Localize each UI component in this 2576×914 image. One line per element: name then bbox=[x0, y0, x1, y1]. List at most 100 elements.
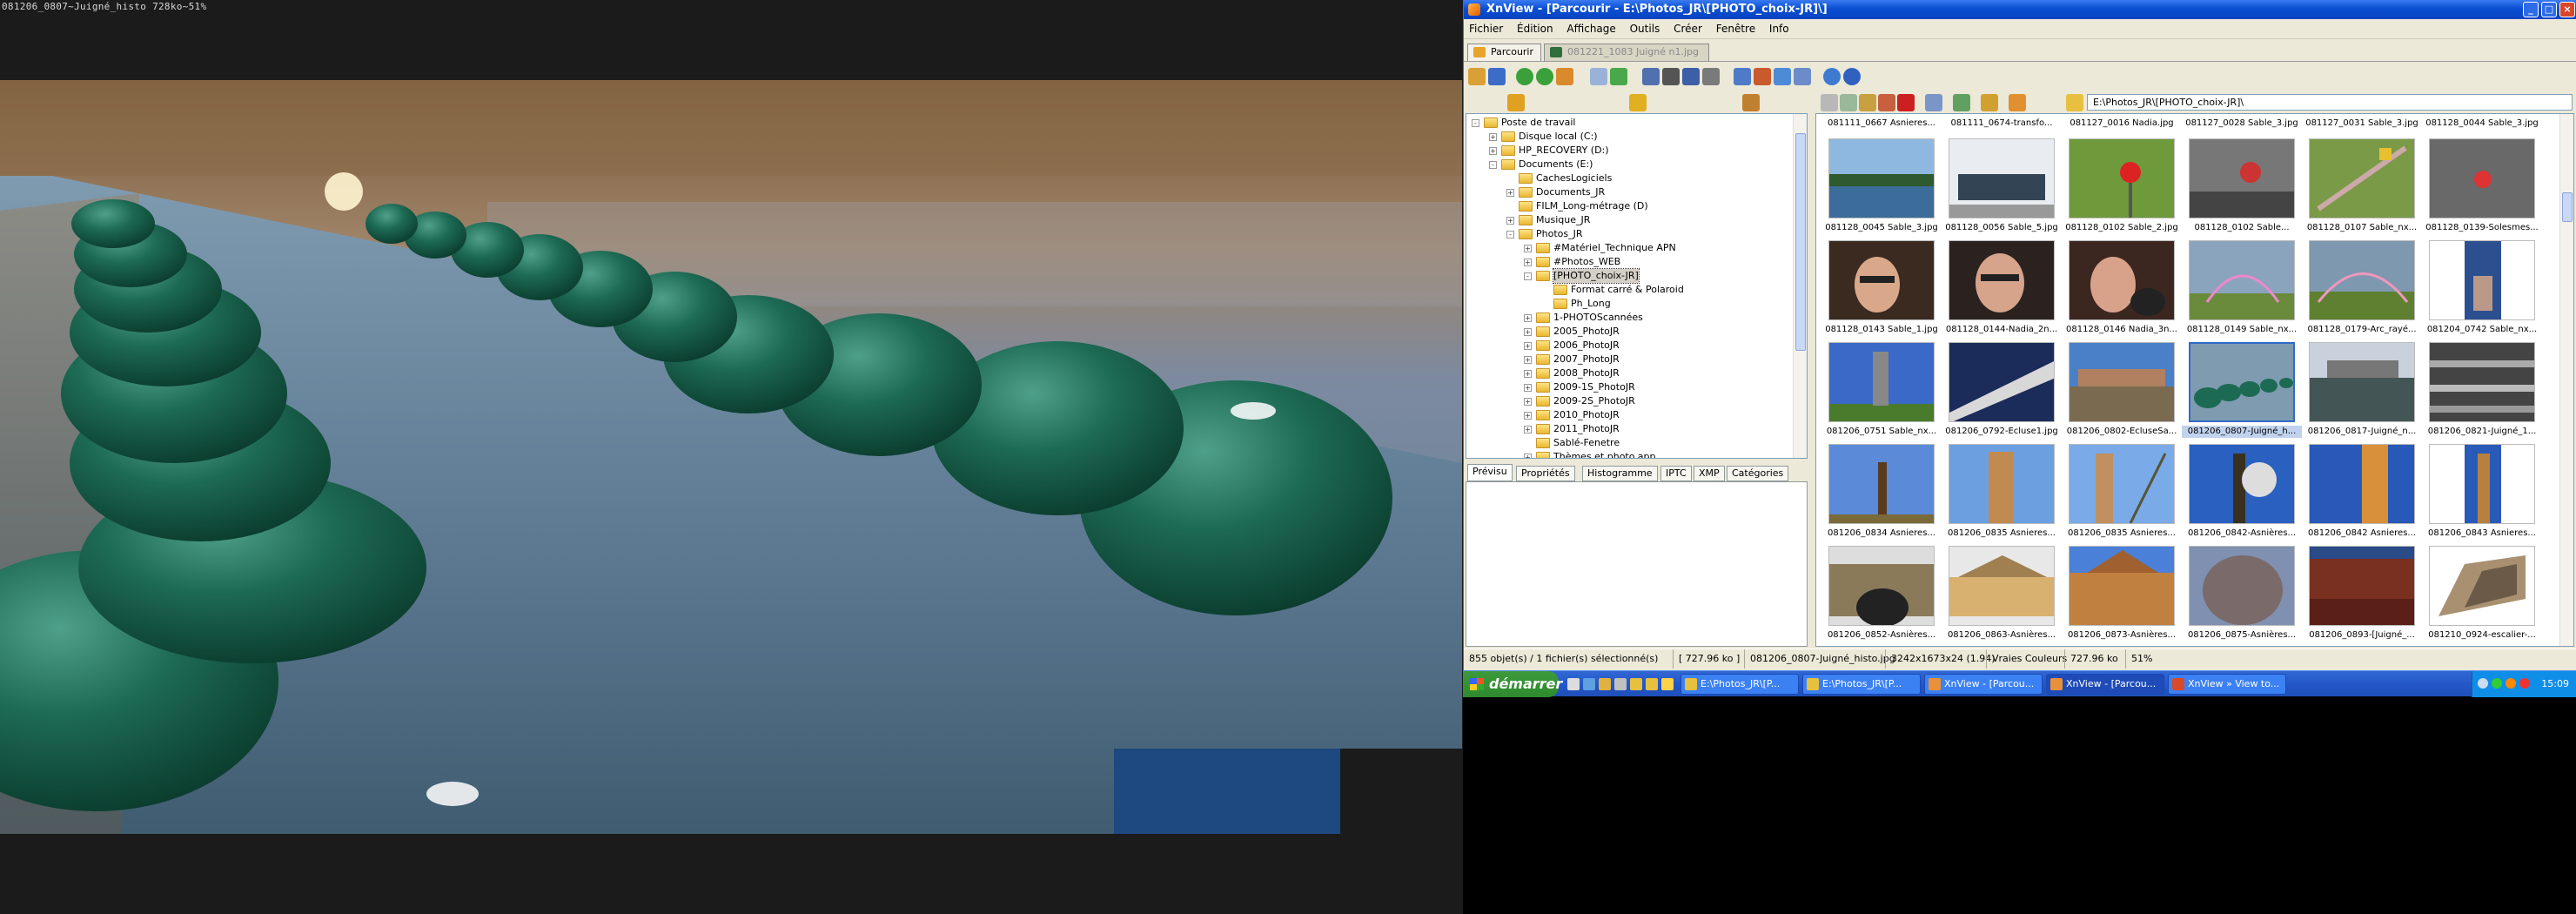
tab-previsu[interactable]: Prévisu bbox=[1467, 464, 1513, 481]
explorer-icon[interactable] bbox=[1599, 678, 1611, 690]
antivirus-icon[interactable] bbox=[2519, 678, 2530, 689]
xnview-window[interactable]: XnView - [Parcourir - E:\Photos_JR\[PHOT… bbox=[1463, 0, 2576, 670]
address-bar[interactable]: E:\Photos_JR\[PHOTO_choix-JR]\ bbox=[2087, 94, 2573, 111]
scan-icon[interactable] bbox=[1682, 68, 1700, 85]
expander-icon[interactable]: + bbox=[1524, 398, 1532, 406]
thumbnail[interactable]: 081206_0852-Asnières... bbox=[1821, 546, 1942, 646]
browse-icon[interactable] bbox=[1468, 68, 1486, 85]
panel-splitter[interactable] bbox=[1808, 113, 1815, 647]
thumbnail-scrollbar[interactable] bbox=[2559, 114, 2573, 646]
grid-icon[interactable] bbox=[1794, 68, 1811, 85]
alert-icon[interactable] bbox=[2506, 678, 2516, 689]
thumbnail[interactable]: 081206_0843 Asnieres... bbox=[2422, 444, 2542, 545]
open-folder-icon[interactable] bbox=[1556, 68, 1573, 85]
thumbnail[interactable]: 081128_0149 Sable_nx... bbox=[2182, 240, 2302, 341]
viewer-photo[interactable] bbox=[0, 80, 1462, 834]
menu-creer[interactable]: Créer bbox=[1674, 23, 1702, 35]
thumbnail[interactable]: 081206_0835 Asnieres... bbox=[2062, 444, 2182, 545]
thumbnail[interactable]: 081206_0802-EcluseSa... bbox=[2062, 342, 2182, 443]
ie-icon[interactable] bbox=[1583, 678, 1595, 690]
thumbnail[interactable]: 081206_0821-Juigné_1... bbox=[2422, 342, 2542, 443]
folder-tree[interactable]: - Poste de travail + Disque local (C:) + HP_R… bbox=[1466, 113, 1808, 459]
expander-icon[interactable]: + bbox=[1489, 133, 1497, 141]
thumbnail[interactable]: 081210_0924-escalier-... bbox=[2422, 546, 2542, 646]
taskbar-task[interactable]: E:\Photos_JR\[P... bbox=[1680, 674, 1799, 695]
thumbnail[interactable]: 081206_0842 Asnieres... bbox=[2302, 444, 2422, 545]
thumbnail[interactable]: 081128_0102 Sable... bbox=[2182, 138, 2302, 239]
back-icon[interactable] bbox=[1516, 68, 1533, 85]
convert-icon[interactable] bbox=[1734, 68, 1751, 85]
thumbnail[interactable]: 081206_0875-Asnières... bbox=[2182, 546, 2302, 646]
image-viewer[interactable]: 081206_0807~Juigné_histo 728ko~51% bbox=[0, 0, 1463, 914]
web-icon[interactable] bbox=[1754, 68, 1771, 85]
favorites-icon[interactable] bbox=[1629, 94, 1647, 111]
thumbnail[interactable]: 081128_0146 Nadia_3n... bbox=[2062, 240, 2182, 341]
folders-panel-icon[interactable] bbox=[1507, 94, 1525, 111]
slideshow-icon[interactable] bbox=[1702, 68, 1720, 85]
delete-icon[interactable] bbox=[1897, 94, 1915, 111]
minimize-button[interactable]: _ bbox=[2523, 2, 2539, 17]
thumbnail[interactable]: 081206_0835 Asnieres... bbox=[1942, 444, 2062, 545]
thumbnail[interactable]: 081128_0143 Sable_1.jpg bbox=[1821, 240, 1942, 341]
tab-iptc[interactable]: IPTC bbox=[1660, 466, 1692, 481]
expander-icon[interactable]: + bbox=[1506, 189, 1514, 197]
new-folder-icon[interactable] bbox=[1859, 94, 1876, 111]
categories-icon[interactable] bbox=[1742, 94, 1760, 111]
expander-icon[interactable]: + bbox=[1524, 412, 1532, 420]
tab-xmp[interactable]: XMP bbox=[1694, 466, 1725, 481]
expander-icon[interactable]: + bbox=[1524, 454, 1532, 458]
thumbnail[interactable]: 081206_0817-Juigné_n... bbox=[2302, 342, 2422, 443]
expander-icon[interactable]: + bbox=[1524, 370, 1532, 378]
thumbnail[interactable]: 081206_0873-Asnières... bbox=[2062, 546, 2182, 646]
thumbnail[interactable]: 081206_0792-Ecluse1.jpg bbox=[1942, 342, 2062, 443]
expander-icon[interactable]: + bbox=[1524, 426, 1532, 433]
expander-icon[interactable]: - bbox=[1506, 231, 1514, 239]
fullscreen-icon[interactable] bbox=[1488, 68, 1506, 85]
thumbnail[interactable]: 081128_0045 Sable_3.jpg bbox=[1821, 138, 1942, 239]
tab-image[interactable]: 081221_1083 Juigné n1.jpg bbox=[1544, 44, 1709, 61]
menu-affichage[interactable]: Affichage bbox=[1566, 23, 1615, 35]
expander-icon[interactable]: + bbox=[1524, 245, 1532, 252]
expander-icon[interactable]: + bbox=[1506, 217, 1514, 225]
expander-icon[interactable]: + bbox=[1524, 384, 1532, 392]
thumbnail[interactable]: 081206_0842-Asnières... bbox=[2182, 444, 2302, 545]
window-titlebar[interactable]: XnView - [Parcourir - E:\Photos_JR\[PHOT… bbox=[1464, 0, 2576, 19]
forward-icon[interactable] bbox=[1536, 68, 1553, 85]
expander-icon[interactable]: - bbox=[1524, 272, 1532, 280]
maximize-button[interactable]: □ bbox=[2541, 2, 2557, 17]
print-icon[interactable] bbox=[1662, 68, 1680, 85]
expander-icon[interactable]: - bbox=[1489, 161, 1497, 169]
tab-histogramme[interactable]: Histogramme bbox=[1582, 466, 1658, 481]
rename-icon[interactable] bbox=[1878, 94, 1895, 111]
menu-fichier[interactable]: Fichier bbox=[1469, 23, 1503, 35]
expander-icon[interactable]: + bbox=[1524, 328, 1532, 336]
menu-edition[interactable]: Édition bbox=[1517, 23, 1553, 35]
show-desktop-icon[interactable] bbox=[1567, 678, 1580, 690]
thumbnail[interactable]: 081206_0863-Asnières... bbox=[1942, 546, 2062, 646]
expander-icon[interactable]: + bbox=[1524, 356, 1532, 364]
info-icon[interactable] bbox=[1843, 68, 1861, 85]
filter-icon[interactable] bbox=[1981, 94, 1998, 111]
folder-quick-icon[interactable] bbox=[1630, 678, 1642, 690]
taskbar-task[interactable]: XnView - [Parcou... bbox=[2046, 674, 2164, 695]
expander-icon[interactable]: + bbox=[1524, 259, 1532, 266]
thumbnail[interactable]: 081128_0107 Sable_nx... bbox=[2302, 138, 2422, 239]
menu-outils[interactable]: Outils bbox=[1630, 23, 1660, 35]
thumbnail[interactable]: 081128_0056 Sable_5.jpg bbox=[1942, 138, 2062, 239]
start-button[interactable]: démarrer bbox=[1463, 671, 1562, 697]
close-button[interactable]: × bbox=[2559, 2, 2575, 17]
sort-icon[interactable] bbox=[1953, 94, 1970, 111]
network-icon[interactable] bbox=[2478, 678, 2488, 689]
star-icon[interactable] bbox=[2066, 94, 2083, 111]
folder-quick-icon-3[interactable] bbox=[1661, 678, 1674, 690]
move-icon[interactable] bbox=[1610, 68, 1627, 85]
expander-icon[interactable]: + bbox=[1489, 147, 1497, 155]
tab-categories[interactable]: Catégories bbox=[1727, 466, 1789, 481]
menu-info[interactable]: Info bbox=[1769, 23, 1789, 35]
thumbnail[interactable]: 081206_0893-[Juigné_... bbox=[2302, 546, 2422, 646]
capture-icon[interactable] bbox=[1774, 68, 1791, 85]
refresh-icon[interactable] bbox=[1840, 94, 1857, 111]
up-icon[interactable] bbox=[1821, 94, 1838, 111]
thumbnail[interactable]: 081128_0102 Sable_2.jpg bbox=[2062, 138, 2182, 239]
thumbnail[interactable]: 081128_0139-Solesmes... bbox=[2422, 138, 2542, 239]
